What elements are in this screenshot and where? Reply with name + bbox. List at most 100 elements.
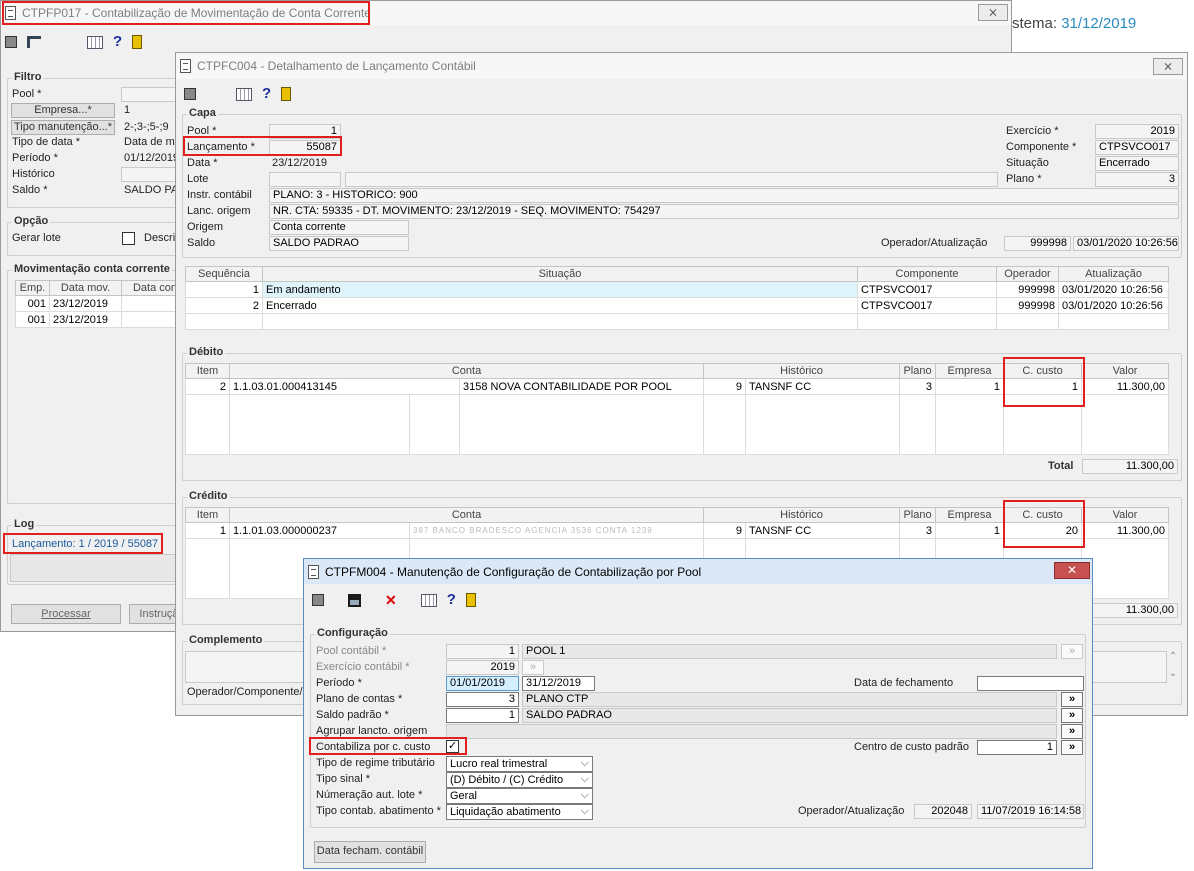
exit-icon[interactable] [312, 594, 324, 606]
title-bar[interactable]: CTPFM004 - Manutenção de Configuração de… [304, 559, 1092, 584]
instr-contabil-field[interactable]: PLANO: 3 - HISTORICO: 900 [269, 188, 1179, 203]
tree-icon[interactable] [27, 36, 41, 48]
scroll-down-icon[interactable]: ⌄ [1167, 668, 1179, 679]
col-conta[interactable]: Conta [228, 507, 705, 523]
grid-icon[interactable] [420, 593, 437, 607]
close-button[interactable]: ⨯ [978, 4, 1008, 21]
grid-icon[interactable] [87, 35, 103, 49]
door-exit-icon[interactable] [281, 87, 292, 101]
col-plano[interactable]: Plano [899, 507, 937, 523]
periodo-label: Período * [316, 677, 362, 689]
col-empresa[interactable]: Empresa [935, 507, 1005, 523]
empresa-button[interactable]: Empresa...* [11, 103, 115, 118]
col-item[interactable]: Item [185, 363, 230, 379]
plano-field[interactable]: 3 [1095, 172, 1179, 187]
data-fechamento-contabil-button[interactable]: Data fecham. contábil [314, 841, 426, 863]
col-sequencia[interactable]: Sequência [185, 266, 263, 282]
table-row[interactable]: 001 23/12/2019 [15, 311, 192, 328]
col-valor[interactable]: Valor [1081, 507, 1170, 523]
help-icon[interactable]: ? [262, 86, 271, 101]
col-conta[interactable]: Conta [228, 363, 705, 379]
lote-label: Lote [187, 173, 209, 185]
table-row[interactable]: 1 Em andamento CTPSVCO017 999998 03/01/2020 … [185, 281, 1169, 298]
pool-field[interactable] [121, 87, 181, 102]
gerar-lote-checkbox[interactable] [122, 232, 135, 245]
saldo-search-button[interactable]: » [1061, 708, 1083, 723]
tipo-data-value[interactable]: Data de mo [124, 136, 181, 148]
tipo-sinal-select[interactable]: (D) Débito / (C) Crédito [446, 772, 593, 788]
exit-icon[interactable] [5, 36, 17, 48]
data-fechamento-label: Data de fechamento [854, 677, 954, 689]
contabiliza-ccusto-checkbox[interactable]: ✓ [446, 740, 459, 753]
periodo-value[interactable]: 01/12/2019 [124, 152, 179, 164]
pool-contabil-number: 1 [446, 644, 519, 659]
pool-field[interactable]: 1 [269, 124, 341, 139]
help-icon[interactable]: ? [447, 592, 456, 607]
periodo-inicio-input[interactable]: 01/01/2019 [446, 676, 519, 691]
save-icon[interactable] [348, 593, 361, 607]
close-button[interactable]: ✕ [1054, 562, 1090, 579]
data-value: 23/12/2019 [272, 157, 328, 169]
exercicio-field[interactable]: 2019 [1095, 124, 1179, 139]
periodo-fim-input[interactable]: 31/12/2019 [522, 676, 595, 691]
delete-icon[interactable]: ✕ [385, 593, 397, 607]
saldo-padrao-number[interactable]: 1 [446, 708, 519, 723]
numeracao-lote-select[interactable]: Geral [446, 788, 593, 804]
historico-field[interactable] [121, 167, 181, 182]
tipo-abatimento-select[interactable]: Liquidação abatimento [446, 804, 593, 820]
saldo-value[interactable]: SALDO PA [124, 184, 178, 196]
col-componente[interactable]: Componente [857, 266, 997, 282]
door-exit-icon[interactable] [132, 35, 143, 49]
col-historico[interactable]: Histórico [703, 363, 901, 379]
col-data-mov[interactable]: Data mov. [49, 280, 122, 296]
col-operador[interactable]: Operador [996, 266, 1059, 282]
table-row[interactable]: 2 Encerrado CTPSVCO017 999998 03/01/2020 10:… [185, 297, 1169, 314]
lanc-origem-label: Lanc. origem [187, 205, 251, 217]
col-c-custo[interactable]: C. custo [1003, 507, 1083, 523]
regime-tributario-select[interactable]: Lucro real trimestral [446, 756, 593, 772]
scroll-up-icon[interactable]: ⌃ [1167, 651, 1179, 662]
title-bar[interactable]: CTPFC004 - Detalhamento de Lançamento Co… [176, 53, 1187, 79]
lancamento-field[interactable]: 55087 [269, 140, 341, 155]
lanc-origem-field[interactable]: NR. CTA: 59335 - DT. MOVIMENTO: 23/12/20… [269, 204, 1179, 219]
col-item[interactable]: Item [185, 507, 230, 523]
close-button[interactable]: ⨯ [1153, 58, 1183, 75]
agrupar-search-button[interactable]: » [1061, 724, 1083, 739]
window-ctpfm004: CTPFM004 - Manutenção de Configuração de… [303, 558, 1093, 869]
saldo-field[interactable]: SALDO PADRAO [269, 236, 409, 251]
col-valor[interactable]: Valor [1081, 363, 1170, 379]
credito-total-field: 11.300,00 [1082, 603, 1178, 618]
tipo-manutencao-button[interactable]: Tipo manutenção...* [11, 120, 115, 135]
processar-button[interactable]: Processar [11, 604, 121, 624]
col-emp[interactable]: Emp. [15, 280, 50, 296]
col-historico[interactable]: Histórico [703, 507, 901, 523]
data-fechamento-input[interactable] [977, 676, 1084, 691]
grid-icon[interactable] [236, 87, 252, 101]
agrupar-label: Agrupar lancto. origem [316, 725, 428, 737]
col-plano[interactable]: Plano [899, 363, 937, 379]
title-bar[interactable]: CTPFP017 - Contabilização de Movimentaçã… [1, 1, 1011, 25]
ccusto-search-button[interactable]: » [1061, 740, 1083, 755]
table-row[interactable]: 1 1.1.01.03.000000237 387 BANCO BRADESCO A… [185, 522, 1170, 539]
help-icon[interactable]: ? [113, 34, 122, 49]
exit-icon[interactable] [184, 88, 196, 100]
table-row[interactable]: 001 23/12/2019 [15, 295, 192, 312]
door-exit-icon[interactable] [465, 593, 476, 607]
plano-search-button[interactable]: » [1061, 692, 1083, 707]
table-row[interactable]: 2 1.1.03.01.000413145 3158 NOVA CONTABILID… [185, 378, 1170, 395]
origem-field[interactable]: Conta corrente [269, 220, 409, 235]
lote-field[interactable] [269, 172, 341, 187]
col-situacao[interactable]: Situação [262, 266, 858, 282]
empresa-value: 1 [124, 104, 131, 116]
componente-field[interactable]: CTPSVCO017 [1095, 140, 1179, 155]
situacao-label: Situação [1006, 157, 1049, 169]
pool-search-button[interactable]: » [1061, 644, 1083, 659]
plano-contas-number[interactable]: 3 [446, 692, 519, 707]
centro-custo-padrao-input[interactable]: 1 [977, 740, 1057, 755]
col-empresa[interactable]: Empresa [935, 363, 1005, 379]
col-c-custo[interactable]: C. custo [1003, 363, 1083, 379]
lote-desc-field[interactable] [345, 172, 998, 187]
col-atualizacao[interactable]: Atualização [1058, 266, 1169, 282]
situacao-field[interactable]: Encerrado [1095, 156, 1179, 171]
exercicio-search-button[interactable]: » [522, 660, 544, 675]
